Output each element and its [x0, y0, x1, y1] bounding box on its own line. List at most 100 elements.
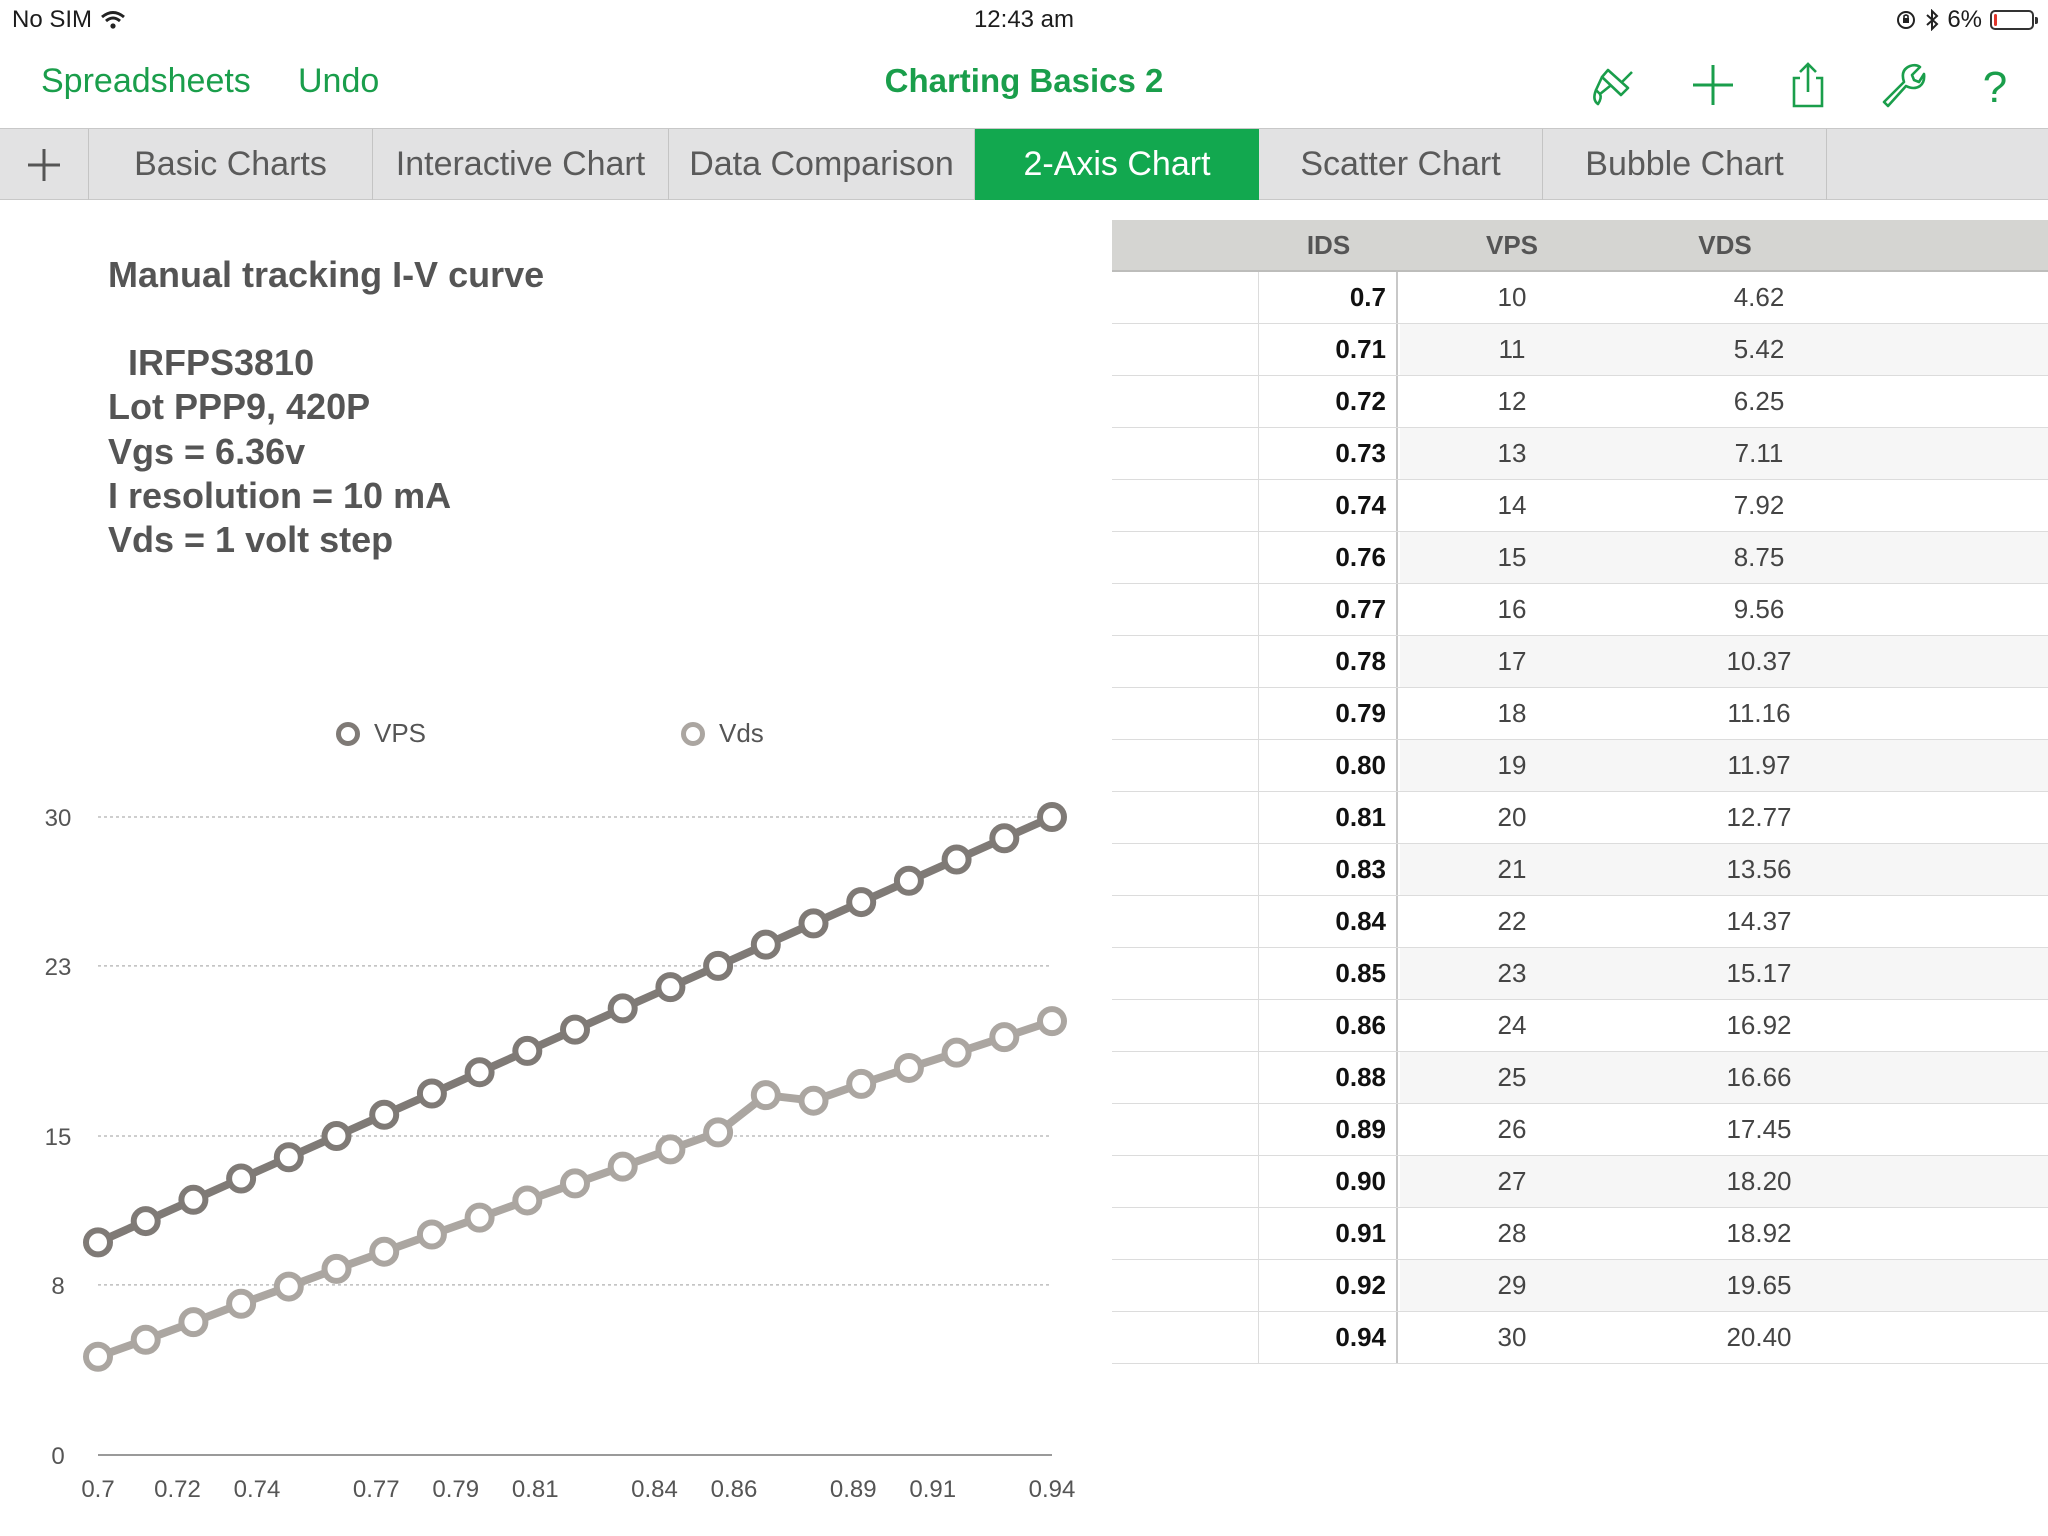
cell-ids[interactable]: 0.80 — [1259, 740, 1398, 791]
cell-vps[interactable]: 25 — [1400, 1052, 1624, 1103]
cell-ids[interactable]: 0.94 — [1259, 1312, 1398, 1363]
table-cell-empty[interactable] — [1112, 428, 1259, 479]
table-cell-empty[interactable] — [1112, 1052, 1259, 1103]
table-cell-empty[interactable] — [1112, 688, 1259, 739]
two-axis-chart[interactable]: VPS Vds 0 8 15 23 30 0.7 0.72 0.74 0.77 0.79 0.81 0… — [0, 690, 1110, 1520]
cell-vps[interactable]: 17 — [1400, 636, 1624, 687]
cell-vps[interactable]: 24 — [1400, 1000, 1624, 1051]
cell-vds[interactable]: 16.92 — [1624, 1000, 1894, 1051]
table-row[interactable]: 0.94 30 20.40 — [1112, 1312, 2048, 1364]
cell-vds[interactable]: 17.45 — [1624, 1104, 1894, 1155]
cell-ids[interactable]: 0.86 — [1259, 1000, 1398, 1051]
cell-vps[interactable]: 23 — [1400, 948, 1624, 999]
tab-basic-charts[interactable]: Basic Charts — [89, 129, 373, 200]
table-row[interactable]: 0.77 16 9.56 — [1112, 584, 2048, 636]
cell-vds[interactable]: 11.16 — [1624, 688, 1894, 739]
cell-vds[interactable]: 9.56 — [1624, 584, 1894, 635]
data-table[interactable]: IDS VPS VDS 0.7 10 4.62 0.71 11 5.42 0.72 12 6.2… — [1112, 220, 2048, 1364]
table-row[interactable]: 0.84 22 14.37 — [1112, 896, 2048, 948]
table-row[interactable]: 0.72 12 6.25 — [1112, 376, 2048, 428]
table-row[interactable]: 0.73 13 7.11 — [1112, 428, 2048, 480]
table-row[interactable]: 0.83 21 13.56 — [1112, 844, 2048, 896]
cell-vds[interactable]: 6.25 — [1624, 376, 1894, 427]
table-row[interactable]: 0.81 20 12.77 — [1112, 792, 2048, 844]
cell-ids[interactable]: 0.92 — [1259, 1260, 1398, 1311]
wrench-icon[interactable] — [1876, 60, 1926, 110]
tab-bubble-chart[interactable]: Bubble Chart — [1543, 129, 1827, 200]
header-vds[interactable]: VDS — [1624, 220, 1826, 270]
table-row[interactable]: 0.74 14 7.92 — [1112, 480, 2048, 532]
cell-vps[interactable]: 18 — [1400, 688, 1624, 739]
cell-vds[interactable]: 5.42 — [1624, 324, 1894, 375]
cell-ids[interactable]: 0.89 — [1259, 1104, 1398, 1155]
cell-vps[interactable]: 14 — [1400, 480, 1624, 531]
cell-vds[interactable]: 13.56 — [1624, 844, 1894, 895]
cell-vds[interactable]: 20.40 — [1624, 1312, 1894, 1363]
table-row[interactable]: 0.88 25 16.66 — [1112, 1052, 2048, 1104]
cell-ids[interactable]: 0.78 — [1259, 636, 1398, 687]
cell-vps[interactable]: 12 — [1400, 376, 1624, 427]
cell-ids[interactable]: 0.88 — [1259, 1052, 1398, 1103]
tab-data-comparison[interactable]: Data Comparison — [669, 129, 975, 200]
table-row[interactable]: 0.86 24 16.92 — [1112, 1000, 2048, 1052]
cell-vds[interactable]: 16.66 — [1624, 1052, 1894, 1103]
cell-vps[interactable]: 22 — [1400, 896, 1624, 947]
table-row[interactable]: 0.76 15 8.75 — [1112, 532, 2048, 584]
table-cell-empty[interactable] — [1112, 1156, 1259, 1207]
cell-vps[interactable]: 19 — [1400, 740, 1624, 791]
header-vps[interactable]: VPS — [1400, 220, 1624, 270]
cell-vps[interactable]: 16 — [1400, 584, 1624, 635]
table-cell-empty[interactable] — [1112, 792, 1259, 843]
table-cell-empty[interactable] — [1112, 1000, 1259, 1051]
cell-vds[interactable]: 18.92 — [1624, 1208, 1894, 1259]
tab-scatter-chart[interactable]: Scatter Chart — [1259, 129, 1543, 200]
cell-ids[interactable]: 0.91 — [1259, 1208, 1398, 1259]
table-row[interactable]: 0.78 17 10.37 — [1112, 636, 2048, 688]
cell-ids[interactable]: 0.7 — [1259, 272, 1398, 323]
cell-vps[interactable]: 13 — [1400, 428, 1624, 479]
table-row[interactable]: 0.92 29 19.65 — [1112, 1260, 2048, 1312]
cell-vps[interactable]: 27 — [1400, 1156, 1624, 1207]
cell-vps[interactable]: 20 — [1400, 792, 1624, 843]
help-icon[interactable]: ? — [1970, 60, 2020, 112]
table-cell-empty[interactable] — [1112, 636, 1259, 687]
paintbrush-icon[interactable] — [1588, 60, 1638, 110]
cell-vps[interactable]: 28 — [1400, 1208, 1624, 1259]
cell-ids[interactable]: 0.81 — [1259, 792, 1398, 843]
table-cell-empty[interactable] — [1112, 480, 1259, 531]
cell-vds[interactable]: 19.65 — [1624, 1260, 1894, 1311]
cell-ids[interactable]: 0.79 — [1259, 688, 1398, 739]
cell-vds[interactable]: 15.17 — [1624, 948, 1894, 999]
cell-ids[interactable]: 0.84 — [1259, 896, 1398, 947]
table-cell-empty[interactable] — [1112, 896, 1259, 947]
tab-interactive-chart[interactable]: Interactive Chart — [373, 129, 669, 200]
tab-2-axis-chart[interactable]: 2-Axis Chart — [975, 129, 1259, 200]
cell-vds[interactable]: 4.62 — [1624, 272, 1894, 323]
cell-vds[interactable]: 12.77 — [1624, 792, 1894, 843]
table-cell-empty[interactable] — [1112, 1104, 1259, 1155]
table-cell-empty[interactable] — [1112, 844, 1259, 895]
cell-vds[interactable]: 14.37 — [1624, 896, 1894, 947]
cell-ids[interactable]: 0.83 — [1259, 844, 1398, 895]
table-row[interactable]: 0.79 18 11.16 — [1112, 688, 2048, 740]
cell-ids[interactable]: 0.90 — [1259, 1156, 1398, 1207]
cell-vps[interactable]: 11 — [1400, 324, 1624, 375]
table-cell-empty[interactable] — [1112, 740, 1259, 791]
cell-ids[interactable]: 0.71 — [1259, 324, 1398, 375]
plus-icon[interactable] — [1688, 60, 1738, 110]
table-cell-empty[interactable] — [1112, 1260, 1259, 1311]
cell-vds[interactable]: 7.92 — [1624, 480, 1894, 531]
add-sheet-button[interactable] — [0, 129, 89, 200]
cell-ids[interactable]: 0.85 — [1259, 948, 1398, 999]
table-cell-empty[interactable] — [1112, 1312, 1259, 1363]
cell-vps[interactable]: 21 — [1400, 844, 1624, 895]
cell-vds[interactable]: 10.37 — [1624, 636, 1894, 687]
table-cell-empty[interactable] — [1112, 376, 1259, 427]
table-row[interactable]: 0.85 23 15.17 — [1112, 948, 2048, 1000]
table-row[interactable]: 0.71 11 5.42 — [1112, 324, 2048, 376]
table-row[interactable]: 0.7 10 4.62 — [1112, 272, 2048, 324]
cell-vps[interactable]: 30 — [1400, 1312, 1624, 1363]
cell-vds[interactable]: 7.11 — [1624, 428, 1894, 479]
table-cell-empty[interactable] — [1112, 324, 1259, 375]
cell-vds[interactable]: 8.75 — [1624, 532, 1894, 583]
